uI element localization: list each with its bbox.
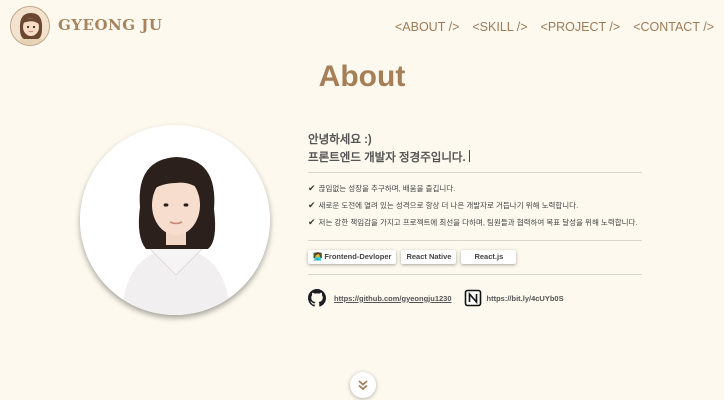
developer-emoji-icon: 👩‍💻 bbox=[313, 252, 323, 261]
nav-contact[interactable]: <CONTACT /> bbox=[633, 20, 714, 34]
tag-frontend-developer: 👩‍💻 Frontend-Devloper bbox=[308, 250, 397, 264]
bullet-text: 새로운 도전에 열려 있는 성격으로 항상 더 나은 개발자로 거듭나기 위해 … bbox=[318, 201, 579, 210]
tag-label: Frontend-Devloper bbox=[324, 252, 392, 261]
header: GYEONG JU <ABOUT /> <SKILL /> <PROJECT /… bbox=[0, 0, 724, 54]
contact-links: https://github.com/gyeongju1230 https://… bbox=[308, 289, 564, 307]
bullet-text: 저는 강한 책임감을 가지고 프로젝트에 최선을 다하며, 팀원들과 협력하여 … bbox=[318, 218, 638, 227]
check-icon: ✔ bbox=[308, 200, 316, 210]
scroll-down-button[interactable] bbox=[350, 372, 376, 398]
github-link[interactable]: https://github.com/gyeongju1230 bbox=[334, 294, 452, 303]
divider bbox=[308, 274, 642, 275]
page-title: About bbox=[318, 60, 406, 93]
notion-link[interactable]: https://bit.ly/4cUYb0S bbox=[487, 294, 564, 303]
tag-list: 👩‍💻 Frontend-Devloper React Native React.… bbox=[308, 250, 517, 264]
typing-cursor bbox=[468, 150, 470, 162]
logo-text[interactable]: GYEONG JU bbox=[58, 16, 162, 34]
notion-icon[interactable] bbox=[464, 289, 482, 307]
bullet-list: ✔ 끊임없는 성장을 추구하며, 배움을 즐깁니다. ✔ 새로운 도전에 열려 있는… bbox=[308, 180, 648, 231]
divider bbox=[308, 172, 642, 173]
intro: 안녕하세요 :) 프론트엔드 개발자 정경주입니다. bbox=[308, 132, 642, 167]
avatar-illustration bbox=[11, 7, 49, 45]
profile-portrait bbox=[80, 125, 270, 315]
tag-react: React.js bbox=[461, 250, 517, 264]
divider bbox=[308, 240, 642, 241]
logo-avatar[interactable] bbox=[10, 6, 50, 46]
profile-photo bbox=[80, 125, 270, 315]
tag-react-native: React Native bbox=[401, 250, 457, 264]
nav-skill[interactable]: <SKILL /> bbox=[472, 20, 527, 34]
headline-line: 프론트엔드 개발자 정경주입니다. bbox=[308, 149, 642, 167]
github-icon[interactable] bbox=[308, 289, 326, 307]
double-chevron-down-icon bbox=[358, 380, 368, 391]
nav-about[interactable]: <ABOUT /> bbox=[395, 20, 459, 34]
main-nav: <ABOUT /> <SKILL /> <PROJECT /> <CONTACT… bbox=[395, 20, 714, 34]
check-icon: ✔ bbox=[308, 217, 316, 227]
greeting-text: 안녕하세요 :) bbox=[308, 134, 372, 146]
bullet-item: ✔ 끊임없는 성장을 추구하며, 배움을 즐깁니다. bbox=[308, 180, 648, 197]
headline-text: 프론트엔드 개발자 정경주입니다. bbox=[308, 152, 466, 164]
check-icon: ✔ bbox=[308, 183, 316, 193]
bullet-text: 끊임없는 성장을 추구하며, 배움을 즐깁니다. bbox=[318, 184, 456, 193]
bullet-item: ✔ 저는 강한 책임감을 가지고 프로젝트에 최선을 다하며, 팀원들과 협력하여… bbox=[308, 214, 648, 231]
bullet-item: ✔ 새로운 도전에 열려 있는 성격으로 항상 더 나은 개발자로 거듭나기 위해… bbox=[308, 197, 648, 214]
nav-project[interactable]: <PROJECT /> bbox=[541, 20, 621, 34]
